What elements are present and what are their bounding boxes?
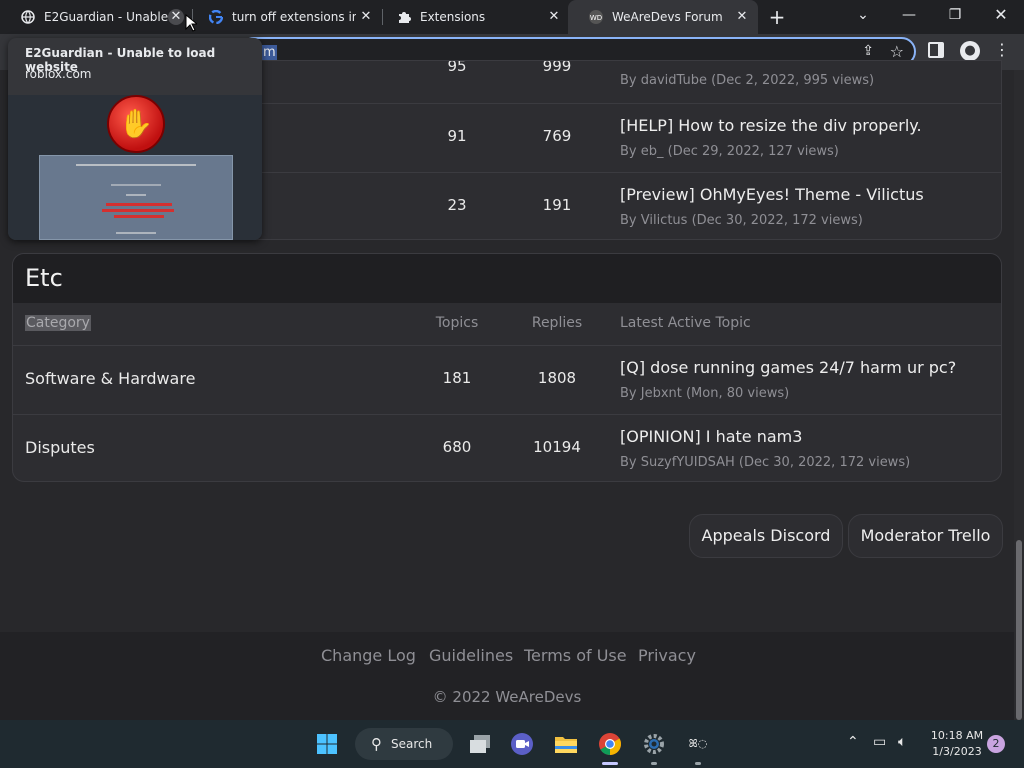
hover-card-preview: ✋ <box>8 95 262 240</box>
side-panel-icon[interactable] <box>928 42 944 58</box>
table-row[interactable]: Software & Hardware 181 1808 [Q] dose ru… <box>13 345 1001 414</box>
page-scrollbar[interactable] <box>1014 70 1024 720</box>
tab-title: Extensions <box>420 10 486 24</box>
blocked-page-thumbnail <box>39 155 233 240</box>
tab-title: E2Guardian - Unable to load website <box>44 10 168 24</box>
moderator-trello-button[interactable]: Moderator Trello <box>848 514 1003 558</box>
clock-date: 1/3/2023 <box>932 745 982 758</box>
tab-e2guardian[interactable]: E2Guardian - Unable to load website ✕ <box>0 0 192 34</box>
topics-column-header: Topics <box>435 315 479 331</box>
tab-extensions[interactable]: Extensions ✕ <box>376 0 570 34</box>
search-label: Search <box>391 737 433 751</box>
tab-google-search[interactable]: turn off extensions in chrome - Google S… <box>188 0 382 34</box>
tab-search-chevron-icon[interactable]: ⌄ <box>840 0 886 34</box>
hover-card-url: roblox.com <box>25 67 92 81</box>
topic-meta: By Jebxnt (Mon, 80 views) <box>620 386 790 401</box>
windows-start-icon[interactable] <box>312 729 342 759</box>
topics-count: 181 <box>442 369 472 387</box>
task-view-icon[interactable] <box>465 729 495 759</box>
mouse-cursor-icon <box>185 13 199 36</box>
latest-topic-column-header: Latest Active Topic <box>620 315 751 331</box>
replies-count: 191 <box>542 196 572 214</box>
topics-count: 91 <box>447 127 467 145</box>
topic-meta: By eb_ (Dec 29, 2022, 127 views) <box>620 144 839 159</box>
tray-overflow-chevron-icon[interactable]: ⌃ <box>847 734 859 750</box>
topic-meta: By Vilictus (Dec 30, 2022, 172 views) <box>620 213 863 228</box>
footer-link-guidelines[interactable]: Guidelines <box>429 646 513 665</box>
taskbar-clock[interactable]: 10:18 AM 1/3/2023 <box>920 728 994 760</box>
minimize-button[interactable]: — <box>886 0 932 34</box>
wearedevs-icon: WD <box>588 9 604 25</box>
app-running-indicator <box>695 762 701 765</box>
category-link[interactable]: Software & Hardware <box>25 369 195 388</box>
teams-meet-icon[interactable] <box>507 729 537 759</box>
etc-section-panel: Etc Category Topics Replies Latest Activ… <box>12 253 1002 482</box>
tab-wearedevs[interactable]: WD WeAreDevs Forum ✕ <box>568 0 758 34</box>
close-tab-icon[interactable]: ✕ <box>734 9 750 25</box>
network-icon[interactable]: ▭ <box>873 734 886 750</box>
category-link[interactable]: Disputes <box>25 438 95 457</box>
topic-meta: By davidTube (Dec 2, 2022, 995 views) <box>620 73 875 88</box>
notification-badge[interactable]: 2 <box>987 735 1005 753</box>
address-bar-text[interactable]: m <box>262 45 277 60</box>
scrollbar-thumb[interactable] <box>1016 540 1022 720</box>
close-tab-icon[interactable]: ✕ <box>546 9 562 25</box>
roblox-app-icon[interactable]: ꕤ◌ <box>683 729 713 759</box>
replies-column-header: Replies <box>531 315 583 331</box>
bookmark-star-icon[interactable]: ☆ <box>890 42 904 61</box>
tab-strip: E2Guardian - Unable to load website ✕ tu… <box>0 0 1024 34</box>
svg-text:WD: WD <box>590 14 602 22</box>
settings-gear-icon[interactable] <box>639 729 669 759</box>
file-explorer-icon[interactable] <box>551 729 581 759</box>
taskbar-search[interactable]: ⚲ Search <box>355 728 453 760</box>
replies-count: 1808 <box>537 369 577 387</box>
table-row[interactable]: Disputes 680 10194 [OPINION] I hate nam3… <box>13 414 1001 481</box>
tab-title: WeAreDevs Forum <box>612 10 723 24</box>
topic-meta: By SuzyfYUIDSAH (Dec 30, 2022, 172 views… <box>620 455 911 470</box>
latest-topic-link[interactable]: [Preview] OhMyEyes! Theme - Vilictus <box>620 185 924 204</box>
replies-count: 769 <box>542 127 572 145</box>
globe-icon <box>20 9 36 25</box>
chrome-icon[interactable] <box>595 729 625 759</box>
topics-count: 680 <box>442 438 472 456</box>
topics-count: 95 <box>447 60 467 75</box>
section-heading: Etc <box>13 254 1001 303</box>
table-header: Category Topics Replies Latest Active To… <box>13 303 1001 345</box>
taskbar: ⚲ Search ꕤ◌ ⌃ ▭ 🔈︎ 10:18 AM 1/3/2023 2 <box>0 720 1024 768</box>
clock-time: 10:18 AM <box>930 729 984 742</box>
share-icon[interactable]: ⇪ <box>862 43 874 59</box>
replies-count: 999 <box>542 60 572 75</box>
close-window-button[interactable]: ✕ <box>978 0 1024 34</box>
menu-kebab-icon[interactable]: ⋮ <box>994 40 1010 59</box>
page-footer: Change Log Guidelines Terms of Use Priva… <box>0 632 1014 720</box>
settings-running-indicator <box>651 762 657 765</box>
tab-title: turn off extensions in chrome - Google S… <box>232 10 356 24</box>
volume-icon[interactable]: 🔈︎ <box>898 734 906 750</box>
google-icon <box>208 9 224 25</box>
new-tab-button[interactable]: + <box>766 6 788 28</box>
restore-button[interactable]: ❐ <box>932 0 978 34</box>
stop-hand-icon: ✋ <box>107 95 165 153</box>
category-column-header: Category <box>25 315 91 331</box>
footer-link-changelog[interactable]: Change Log <box>321 646 416 665</box>
footer-link-privacy[interactable]: Privacy <box>638 646 696 665</box>
close-tab-icon[interactable]: ✕ <box>168 9 184 25</box>
profile-icon[interactable]: ● <box>960 41 980 61</box>
puzzle-icon <box>396 9 412 25</box>
replies-count: 10194 <box>533 438 581 456</box>
appeals-discord-button[interactable]: Appeals Discord <box>689 514 843 558</box>
close-tab-icon[interactable]: ✕ <box>358 9 374 25</box>
latest-topic-link[interactable]: [Q] dose running games 24/7 harm ur pc? <box>620 358 956 377</box>
chrome-running-indicator <box>602 762 618 765</box>
search-icon: ⚲ <box>371 735 382 753</box>
topics-count: 23 <box>447 196 467 214</box>
latest-topic-link[interactable]: [OPINION] I hate nam3 <box>620 427 802 446</box>
tab-hover-card: E2Guardian - Unable to load website robl… <box>8 38 262 240</box>
footer-link-terms[interactable]: Terms of Use <box>524 646 627 665</box>
latest-topic-link[interactable]: [HELP] How to resize the div properly. <box>620 116 922 135</box>
copyright-text: © 2022 WeAreDevs <box>432 688 582 706</box>
